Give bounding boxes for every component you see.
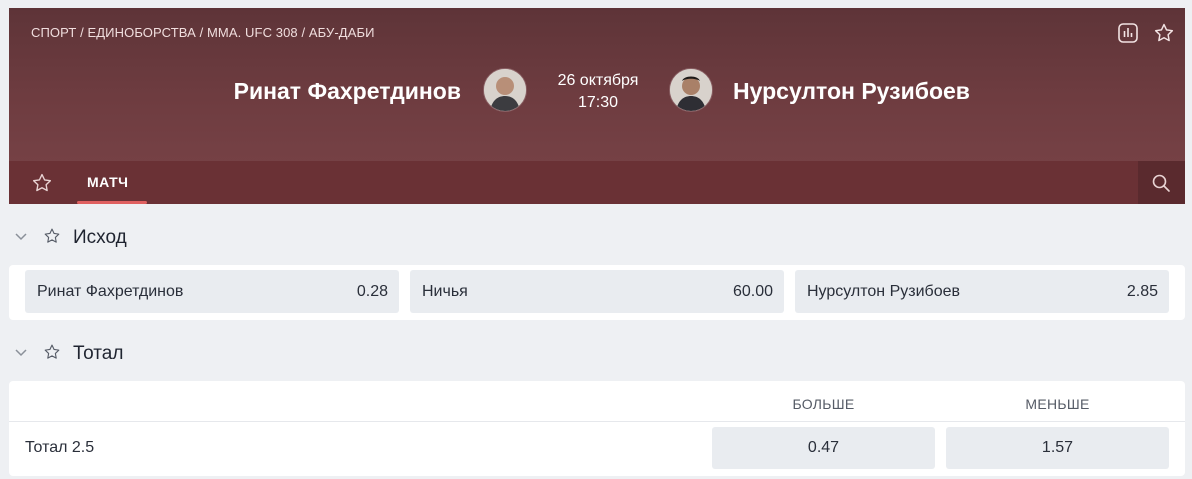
tab-bar: МАТЧ [9,161,1185,204]
total-under-button[interactable]: 1.57 [946,427,1169,469]
tab-match[interactable]: МАТЧ [77,161,147,204]
divider [9,421,1185,422]
total-row-label: Тотал 2.5 [25,439,95,456]
column-over-header: БОЛЬШЕ [792,396,855,412]
away-fighter-avatar [669,68,713,112]
chevron-down-icon[interactable] [13,344,29,365]
home-fighter-avatar [483,68,527,112]
search-button[interactable] [1138,161,1185,204]
total-section-header[interactable]: Тотал [9,339,123,369]
match-date: 26 октября [557,72,639,89]
match-time: 17:30 [577,94,619,111]
chevron-down-icon[interactable] [13,228,29,249]
home-team-name: Ринат Фахретдинов [233,78,461,104]
away-team-name: Нурсултон Рузибоев [733,78,970,104]
odds-value: 60.00 [732,283,773,300]
outcome-card: Ринат Фахретдинов 0.28 Ничья 60.00 Нурсу… [9,265,1185,320]
odds-label: Ринат Фахретдинов [37,283,184,300]
header-actions [1117,22,1175,44]
total-over-button[interactable]: 0.47 [712,427,935,469]
outcome-title: Исход [73,227,127,248]
active-tab-indicator [77,201,147,204]
odds-value: 2.85 [1126,283,1158,300]
odds-label: Нурсултон Рузибоев [807,283,960,300]
outcome-section-header[interactable]: Исход [9,223,127,253]
match-header: СПОРТ / ЕДИНОБОРСТВА / MMA. UFC 308 / АБ… [9,8,1185,204]
match-datetime: 26 октября 17:30 [529,70,667,114]
breadcrumb[interactable]: СПОРТ / ЕДИНОБОРСТВА / MMA. UFC 308 / АБ… [31,25,375,40]
total-title: Тотал [73,343,124,364]
odds-home-button[interactable]: Ринат Фахретдинов 0.28 [25,270,399,313]
stats-icon[interactable] [1117,22,1139,44]
odds-value: 0.28 [356,283,388,300]
column-under-header: МЕНЬШЕ [1025,396,1090,412]
favorites-star-icon[interactable] [31,172,53,199]
star-icon[interactable] [43,343,61,366]
odds-label: Ничья [422,283,468,300]
odds-away-button[interactable]: Нурсултон Рузибоев 2.85 [795,270,1169,313]
odds-draw-button[interactable]: Ничья 60.00 [410,270,784,313]
star-icon[interactable] [43,227,61,250]
total-card: БОЛЬШЕ МЕНЬШЕ Тотал 2.5 0.47 1.57 [9,381,1185,476]
tab-match-label: МАТЧ [87,174,129,190]
star-icon[interactable] [1153,22,1175,44]
search-icon [1152,174,1170,192]
